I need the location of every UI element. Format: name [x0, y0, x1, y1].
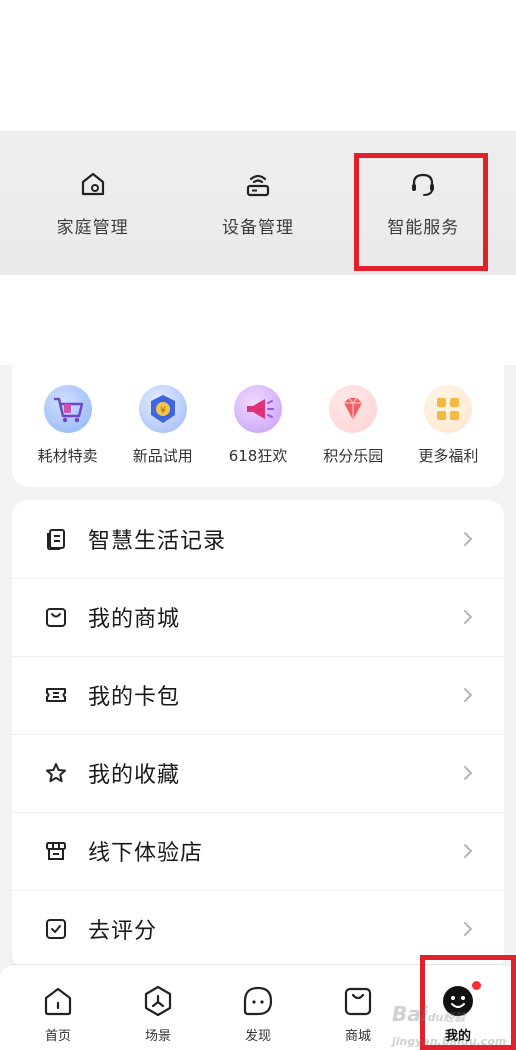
tab-home[interactable]: 首页: [8, 983, 108, 1050]
perk-label: 积分乐园: [323, 447, 384, 465]
menu-item-offline-store[interactable]: 线下体验店: [12, 812, 504, 890]
quick-action-smart-service[interactable]: 智能服务: [348, 143, 498, 263]
tab-label: 首页: [44, 1029, 71, 1044]
watermark: Baidu经验 jingyan.baidu.com: [392, 1002, 507, 1048]
menu-list: 智慧生活记录 我的商城 我的卡包 我的收藏 线下体验店 去评分: [12, 500, 504, 970]
tab-discover[interactable]: 发现: [208, 983, 308, 1050]
chevron-right-icon: [464, 922, 472, 936]
records-icon: [47, 529, 65, 550]
tab-label: 商城: [344, 1029, 371, 1044]
menu-item-label: 我的商城: [88, 607, 181, 632]
perk-item[interactable]: ¥ 新品试用: [115, 385, 210, 487]
check-box-icon: [46, 919, 66, 939]
menu-item-label: 智慧生活记录: [88, 529, 227, 554]
perk-label: 耗材特卖: [37, 447, 98, 465]
quick-actions-bar: 家庭管理 设备管理 智能服务: [0, 131, 516, 275]
chevron-right-icon: [464, 844, 472, 858]
megaphone-icon: [234, 385, 282, 433]
menu-item-rate-app[interactable]: 去评分: [12, 890, 504, 968]
cart-icon: [43, 385, 92, 433]
mall-icon: [344, 987, 372, 1016]
banner-placeholder: [0, 275, 516, 365]
menu-item-label: 我的卡包: [88, 685, 181, 710]
svg-text:¥: ¥: [160, 406, 166, 416]
tab-scene[interactable]: 场景: [108, 983, 208, 1050]
tab-label: 场景: [144, 1029, 171, 1044]
quick-action-home-management[interactable]: 家庭管理: [18, 143, 168, 263]
chevron-right-icon: [464, 532, 472, 546]
menu-item-label: 线下体验店: [88, 841, 204, 866]
router-icon: [246, 174, 270, 196]
chevron-right-icon: [464, 610, 472, 624]
home-icon: [44, 987, 72, 1016]
store-icon: [46, 842, 66, 860]
status-area: [0, 0, 516, 131]
perk-item[interactable]: 耗材特卖: [20, 385, 115, 487]
quick-action-label: 家庭管理: [56, 217, 129, 238]
menu-item-smart-life-records[interactable]: 智慧生活记录: [12, 500, 504, 578]
menu-item-my-mall[interactable]: 我的商城: [12, 578, 504, 656]
quick-action-device-management[interactable]: 设备管理: [183, 143, 333, 263]
perk-item[interactable]: 618狂欢: [210, 385, 305, 487]
tab-label: 发现: [244, 1029, 271, 1044]
grid-icon: [424, 385, 473, 433]
perk-label: 更多福利: [418, 447, 479, 465]
menu-item-label: 我的收藏: [88, 763, 181, 788]
menu-item-my-favorites[interactable]: 我的收藏: [12, 734, 504, 812]
star-icon: [46, 763, 66, 783]
discover-icon: [243, 986, 273, 1016]
menu-item-label: 去评分: [88, 919, 158, 944]
chevron-right-icon: [464, 766, 472, 780]
scene-icon: [144, 985, 172, 1017]
diamond-icon: [329, 385, 378, 433]
headset-icon: [412, 173, 435, 196]
menu-item-my-card-wallet[interactable]: 我的卡包: [12, 656, 504, 734]
notification-badge: [470, 979, 483, 992]
quick-action-label: 智能服务: [387, 217, 460, 238]
perk-item[interactable]: 更多福利: [401, 385, 496, 487]
home-settings-icon: [81, 172, 104, 195]
chevron-right-icon: [464, 688, 472, 702]
perk-label: 新品试用: [132, 447, 193, 465]
perk-item[interactable]: 积分乐园: [306, 385, 401, 487]
quick-action-label: 设备管理: [221, 217, 294, 238]
trial-badge-icon: ¥: [138, 385, 187, 433]
ticket-icon: [46, 688, 66, 702]
shopping-bag-icon: [46, 608, 66, 627]
perk-label: 618狂欢: [228, 447, 288, 465]
perks-bar: 耗材特卖 ¥ 新品试用 618狂欢 积分乐园 更多福利: [12, 365, 504, 487]
